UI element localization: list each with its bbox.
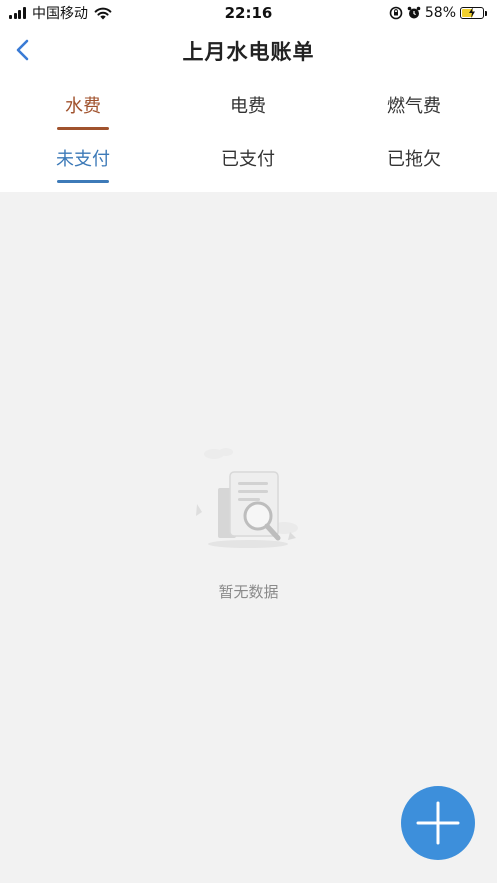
add-button[interactable] <box>401 786 475 860</box>
plus-icon <box>416 801 460 845</box>
status-right: 58% <box>389 4 487 22</box>
alarm-icon <box>407 6 421 19</box>
nav-bar: 上月水电账单 <box>0 28 497 72</box>
tab-overdue[interactable]: 已拖欠 <box>344 137 484 183</box>
tab-label: 已支付 <box>221 149 275 170</box>
tab-water[interactable]: 水费 <box>13 84 153 130</box>
tab-label: 已拖欠 <box>387 149 441 170</box>
tab-label: 未支付 <box>56 149 110 170</box>
tab-paid[interactable]: 已支付 <box>178 137 318 183</box>
battery-percent: 58% <box>424 5 456 21</box>
tab-unpaid[interactable]: 未支付 <box>13 137 153 183</box>
screen: 中国移动 22:16 58% 上月水电账单 水费 电费 燃气费 未支付 已支付 … <box>0 0 497 883</box>
rotation-lock-icon <box>389 6 403 20</box>
tab-label: 电费 <box>230 96 266 117</box>
tab-electricity[interactable]: 电费 <box>178 84 318 130</box>
status-bar: 中国移动 22:16 58% <box>0 0 497 26</box>
tab-underline <box>57 127 109 130</box>
document-search-icon <box>196 448 298 548</box>
empty-message: 暂无数据 <box>218 583 279 601</box>
tab-underline <box>57 180 109 183</box>
battery-cap <box>485 10 487 16</box>
status-tabs: 未支付 已支付 已拖欠 <box>0 137 497 183</box>
charging-bolt-icon <box>469 7 475 18</box>
empty-state: 暂无数据 <box>0 440 497 610</box>
tab-label: 燃气费 <box>387 96 441 117</box>
battery-icon <box>460 7 484 19</box>
tab-label: 水费 <box>65 96 101 117</box>
tab-gas[interactable]: 燃气费 <box>344 84 484 130</box>
page-title: 上月水电账单 <box>182 40 315 64</box>
category-tabs: 水费 电费 燃气费 <box>0 84 497 130</box>
